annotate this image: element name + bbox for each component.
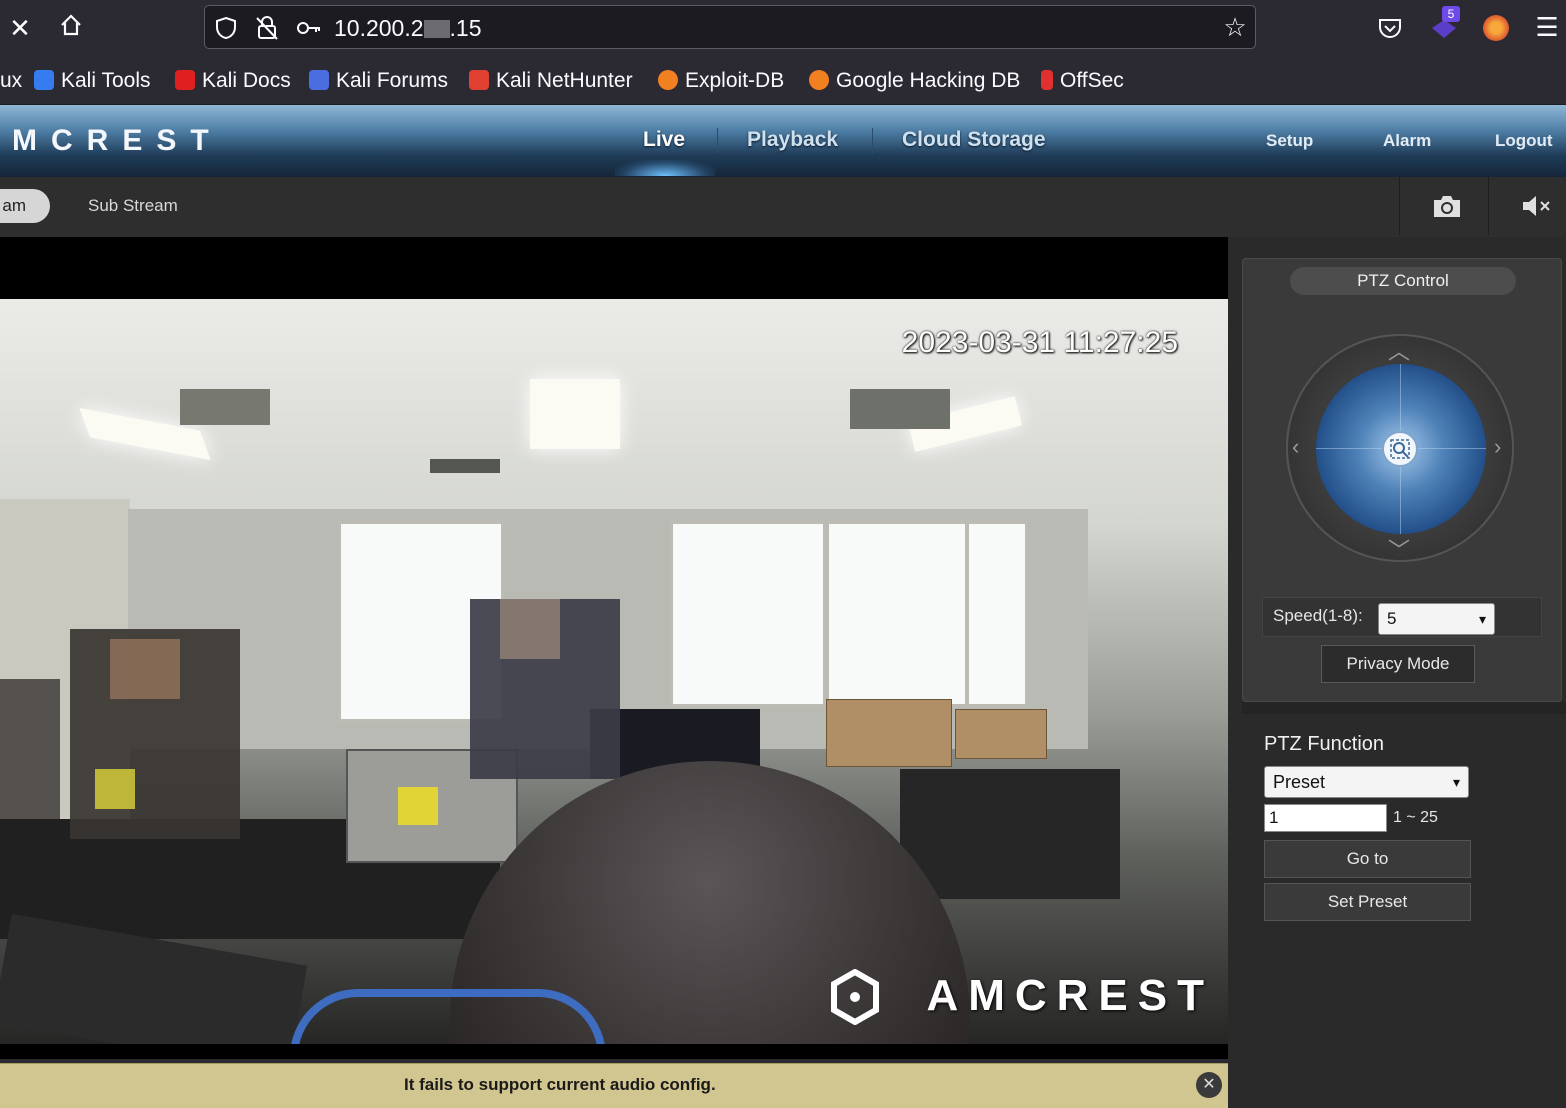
kali-docs-icon xyxy=(175,70,195,90)
bookmark-offsec[interactable]: OffSec xyxy=(1041,66,1124,96)
sub-stream-tab[interactable]: Sub Stream xyxy=(88,196,178,216)
stream-toolbar xyxy=(0,177,1566,238)
speed-select[interactable]: 5 ▾ xyxy=(1378,603,1495,635)
window xyxy=(966,521,1028,707)
bookmark-kali-forums[interactable]: Kali Forums xyxy=(309,66,448,96)
ceiling-vent xyxy=(180,389,270,425)
close-notice-icon[interactable]: ✕ xyxy=(1196,1072,1222,1098)
bookmark-label: ux xyxy=(0,69,23,92)
ceiling-light xyxy=(530,379,620,449)
bookmark-kali-tools[interactable]: Kali Tools xyxy=(34,66,151,96)
bookmark-kali-nethunter[interactable]: Kali NetHunter xyxy=(469,66,633,96)
nav-divider xyxy=(717,128,718,154)
zoom-center-icon[interactable] xyxy=(1382,431,1418,467)
snapshot-button[interactable] xyxy=(1399,177,1488,235)
bookmark-label: OffSec xyxy=(1060,69,1124,92)
close-icon[interactable]: ✕ xyxy=(6,14,34,42)
bookmark-label: Kali Tools xyxy=(61,69,151,92)
ptz-function-value: Preset xyxy=(1273,772,1326,792)
desk xyxy=(900,769,1120,899)
extension-badge: 5 xyxy=(1442,6,1460,22)
url-suffix: .15 xyxy=(449,15,482,41)
cardboard-box xyxy=(955,709,1047,759)
amcrest-logo: MCREST xyxy=(12,124,223,157)
nav-cloud-storage[interactable]: Cloud Storage xyxy=(902,128,1046,152)
preset-range-label: 1 ~ 25 xyxy=(1393,809,1438,826)
window xyxy=(826,521,968,707)
home-icon[interactable] xyxy=(56,12,86,43)
pan-down-icon[interactable]: ﹀ xyxy=(1388,540,1410,562)
bookmark-kali-docs[interactable]: Kali Docs xyxy=(175,66,291,96)
nav-alarm[interactable]: Alarm xyxy=(1383,131,1431,151)
menu-icon[interactable]: ☰ xyxy=(1534,13,1560,41)
bookmark-item[interactable]: ux xyxy=(0,66,22,96)
amcrest-watermark-icon xyxy=(830,968,880,1026)
mute-icon xyxy=(1523,196,1550,216)
kali-tools-icon xyxy=(34,70,54,90)
ceiling-vent xyxy=(850,389,950,429)
pocket-icon[interactable] xyxy=(1377,16,1403,45)
insecure-lock-icon[interactable] xyxy=(254,15,280,46)
sticky-note xyxy=(398,787,438,825)
pan-right-icon[interactable]: › xyxy=(1494,436,1501,458)
pan-left-icon[interactable]: ‹ xyxy=(1292,436,1299,458)
chevron-down-icon: ▾ xyxy=(1452,774,1460,790)
key-icon[interactable] xyxy=(296,18,322,43)
profile-avatar-icon[interactable] xyxy=(1483,15,1509,41)
kali-forums-icon xyxy=(309,70,329,90)
network-cable xyxy=(290,989,606,1044)
nav-playback[interactable]: Playback xyxy=(747,128,838,152)
bookmark-exploit-db[interactable]: Exploit-DB xyxy=(658,66,784,96)
live-video-area[interactable]: 2023-03-31 11:27:25 AMCREST xyxy=(0,237,1228,1059)
chevron-down-icon: ▾ xyxy=(1478,611,1486,627)
url-prefix: 10.200.2 xyxy=(334,15,424,41)
video-timestamp: 2023-03-31 11:27:25 xyxy=(901,326,1178,359)
panel-divider xyxy=(1242,702,1566,714)
bookmark-star-icon[interactable]: ☆ xyxy=(1220,13,1250,41)
shield-icon[interactable] xyxy=(214,16,238,45)
bookmark-label: Kali NetHunter xyxy=(496,69,633,92)
privacy-mode-button[interactable]: Privacy Mode xyxy=(1321,645,1475,683)
kali-nethunter-icon xyxy=(469,70,489,90)
bookmark-label: Google Hacking DB xyxy=(836,69,1021,92)
blurred-person xyxy=(0,679,60,819)
nav-setup[interactable]: Setup xyxy=(1266,131,1313,151)
extension-icon[interactable]: 5 xyxy=(1430,6,1460,40)
bookmark-label: Exploit-DB xyxy=(685,69,785,92)
ptz-function-select[interactable]: Preset ▾ xyxy=(1264,766,1469,798)
nav-divider xyxy=(872,128,873,154)
window xyxy=(670,521,826,707)
ptz-function-label: PTZ Function xyxy=(1264,733,1385,755)
exploit-db-icon xyxy=(658,70,678,90)
audio-button[interactable] xyxy=(1488,177,1566,235)
ptz-control-title: PTZ Control xyxy=(1290,267,1516,295)
bookmark-label: Kali Forums xyxy=(336,69,449,92)
amcrest-watermark: AMCREST xyxy=(926,971,1214,1020)
speed-value: 5 xyxy=(1387,609,1397,628)
video-frame: 2023-03-31 11:27:25 AMCREST xyxy=(0,299,1228,1044)
goto-preset-button[interactable]: Go to xyxy=(1264,840,1471,878)
offsec-icon xyxy=(1041,70,1053,90)
nav-logout[interactable]: Logout xyxy=(1495,131,1553,151)
camera-icon xyxy=(1434,196,1460,217)
blurred-face xyxy=(500,599,560,659)
ghdb-icon xyxy=(809,70,829,90)
ceiling-vent xyxy=(430,459,500,473)
pan-up-icon[interactable]: ︿ xyxy=(1388,341,1410,363)
main-stream-tab[interactable]: am xyxy=(0,189,50,223)
bookmark-label: Kali Docs xyxy=(202,69,291,92)
blurred-badge xyxy=(95,769,135,809)
url-redaction xyxy=(423,20,450,38)
blurred-face xyxy=(110,639,180,699)
set-preset-button[interactable]: Set Preset xyxy=(1264,883,1471,921)
speed-label: Speed(1-8): xyxy=(1273,606,1363,625)
nav-live[interactable]: Live xyxy=(643,128,685,152)
audio-notice-text: It fails to support current audio config… xyxy=(404,1075,716,1094)
url-text[interactable]: 10.200.2 .15 xyxy=(334,14,482,42)
preset-number-input[interactable]: 1 xyxy=(1264,804,1387,832)
active-tab-indicator xyxy=(615,160,715,176)
cardboard-box xyxy=(826,699,952,767)
bookmark-google-hacking-db[interactable]: Google Hacking DB xyxy=(809,66,1020,96)
